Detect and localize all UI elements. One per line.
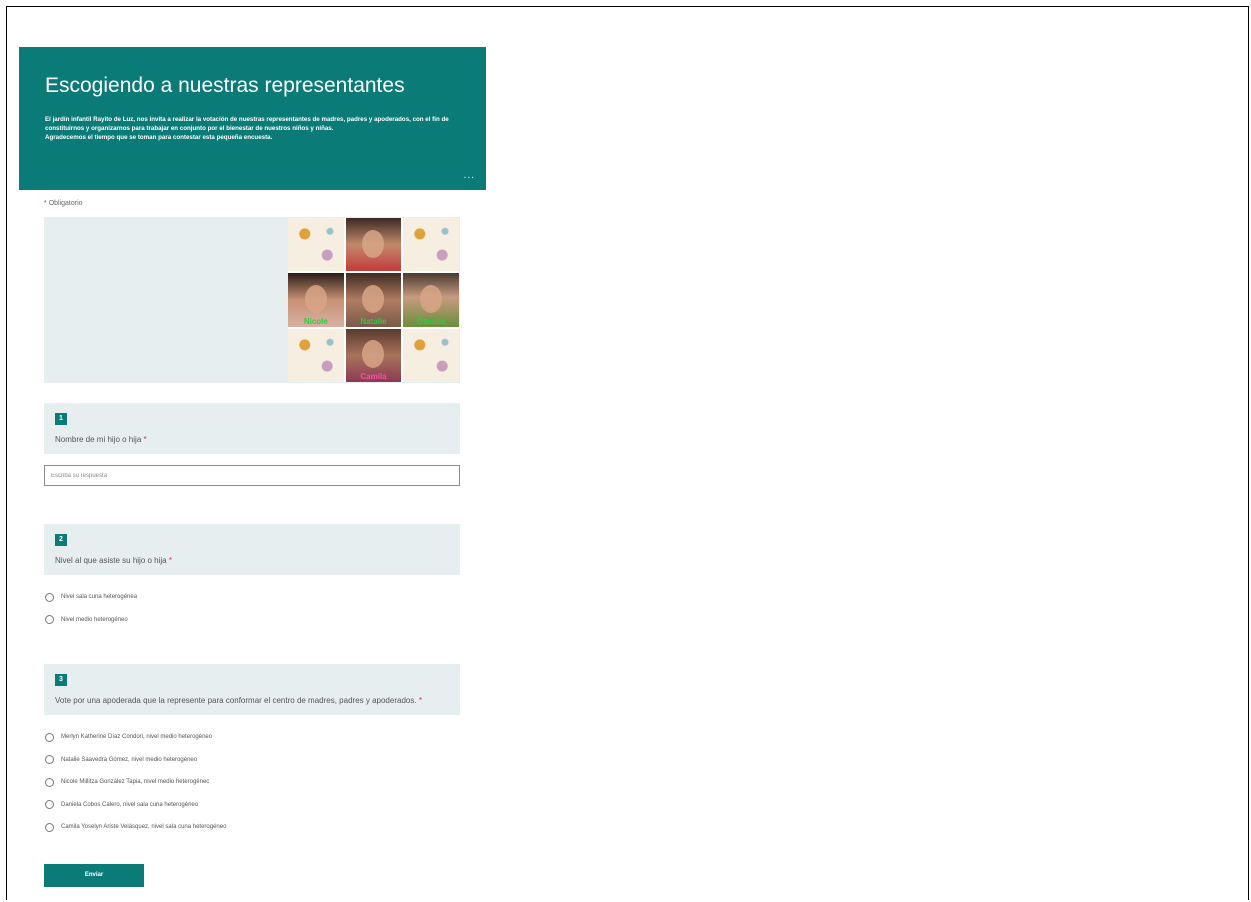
question-text: Nombre de mi hijo o hija *	[55, 434, 449, 446]
form-container: Escogiendo a nuestras representantes El …	[19, 47, 486, 887]
required-note: * Obligatorio	[44, 200, 486, 207]
required-note-text: Obligatorio	[48, 200, 83, 207]
question-header: 1 Nombre de mi hijo o hija *	[44, 403, 460, 454]
pattern-tile	[403, 328, 459, 382]
candidate-name-label: Nicole	[303, 316, 328, 326]
required-star: *	[418, 696, 422, 705]
radio-option[interactable]: Natalie Saavedra Gómez, nivel medio hete…	[44, 749, 460, 772]
radio-option[interactable]: Daniela Cobos Calero, nivel sala cuna he…	[44, 794, 460, 817]
photo-tile-nicole: Nicole	[288, 273, 344, 327]
radio-button[interactable]	[45, 777, 54, 787]
photo-tile-camila: Camila	[345, 328, 402, 382]
question-label: Vote por una apoderada que la represente…	[55, 696, 417, 705]
question-header: 2 Nivel al que asiste su hijo o hija *	[44, 524, 460, 575]
required-star: *	[143, 435, 147, 444]
question-number-badge: 1	[55, 413, 67, 425]
question-text: Nivel al que asiste su hijo o hija *	[55, 555, 449, 567]
question-1: 1 Nombre de mi hijo o hija *	[44, 403, 460, 486]
radio-group-level: Nivel sala cuna heterogénea Nivel medio …	[44, 586, 460, 631]
pattern-tile	[288, 218, 344, 272]
radio-option-label: Daniela Cobos Calero, nivel sala cuna he…	[61, 801, 199, 808]
candidate-name-label: Natalie	[360, 316, 387, 326]
question-number-badge: 3	[55, 674, 67, 686]
radio-option[interactable]: Nicole Millitza González Tapia, nivel me…	[44, 771, 460, 794]
form-description-line2: Agradecemos el tiempo que se toman para …	[45, 134, 273, 141]
question-number-badge: 2	[55, 534, 67, 546]
question-label: Nivel al que asiste su hijo o hija	[55, 556, 167, 565]
radio-button[interactable]	[45, 615, 54, 625]
radio-option[interactable]: Nivel sala cuna heterogénea	[44, 586, 460, 609]
form-description-line1: El jardín infantil Rayito de Luz, nos in…	[45, 116, 449, 132]
required-star: *	[44, 200, 47, 207]
radio-group-vote: Merlyn Katherine Díaz Condori, nivel med…	[44, 726, 460, 839]
form-title: Escogiendo a nuestras representantes	[45, 74, 405, 97]
radio-button[interactable]	[45, 755, 54, 765]
radio-option-label: Merlyn Katherine Díaz Condori, nivel med…	[61, 734, 213, 741]
radio-button[interactable]	[45, 732, 54, 742]
question-text: Vote por una apoderada que la represente…	[55, 695, 449, 707]
radio-option-label: Camila Yoselyn Ariste Velásquez, nivel s…	[61, 824, 227, 831]
radio-option-label: Nivel medio heterogéneo	[61, 616, 128, 623]
question-header: 3 Vote por una apoderada que la represen…	[44, 664, 460, 715]
pattern-tile	[403, 218, 459, 272]
question-3: 3 Vote por una apoderada que la represen…	[44, 664, 460, 839]
candidate-name-label: Daniela	[416, 316, 446, 326]
radio-button[interactable]	[45, 822, 54, 832]
question-2: 2 Nivel al que asiste su hijo o hija * N…	[44, 524, 460, 631]
radio-option[interactable]: Camila Yoselyn Ariste Velásquez, nivel s…	[44, 816, 460, 839]
form-header: Escogiendo a nuestras representantes El …	[19, 47, 486, 190]
child-name-input[interactable]	[44, 465, 460, 486]
radio-button[interactable]	[45, 800, 54, 810]
required-star: *	[168, 556, 172, 565]
photo-tile-daniela: Daniela	[403, 273, 459, 327]
radio-option[interactable]: Nivel medio heterogéneo	[44, 609, 460, 632]
candidates-collage: Nicole Natalie Daniela Camila	[288, 218, 459, 382]
photo-tile-natalie: Natalie	[345, 273, 402, 327]
radio-option-label: Natalie Saavedra Gómez, nivel medio hete…	[61, 756, 198, 763]
submit-button[interactable]: Enviar	[44, 863, 144, 887]
radio-button[interactable]	[45, 592, 54, 602]
photo-tile	[345, 218, 402, 272]
pattern-tile	[288, 328, 344, 382]
radio-option-label: Nicole Millitza González Tapia, nivel me…	[61, 779, 210, 786]
radio-option-label: Nivel sala cuna heterogénea	[61, 594, 138, 601]
form-description: El jardín infantil Rayito de Luz, nos in…	[45, 115, 460, 142]
radio-option[interactable]: Merlyn Katherine Díaz Condori, nivel med…	[44, 726, 460, 749]
more-options-icon[interactable]: ...	[464, 171, 475, 181]
banner-image: Nicole Natalie Daniela Camila	[44, 217, 460, 383]
candidate-name-label: Camila	[360, 371, 387, 381]
question-label: Nombre de mi hijo o hija	[55, 435, 142, 444]
